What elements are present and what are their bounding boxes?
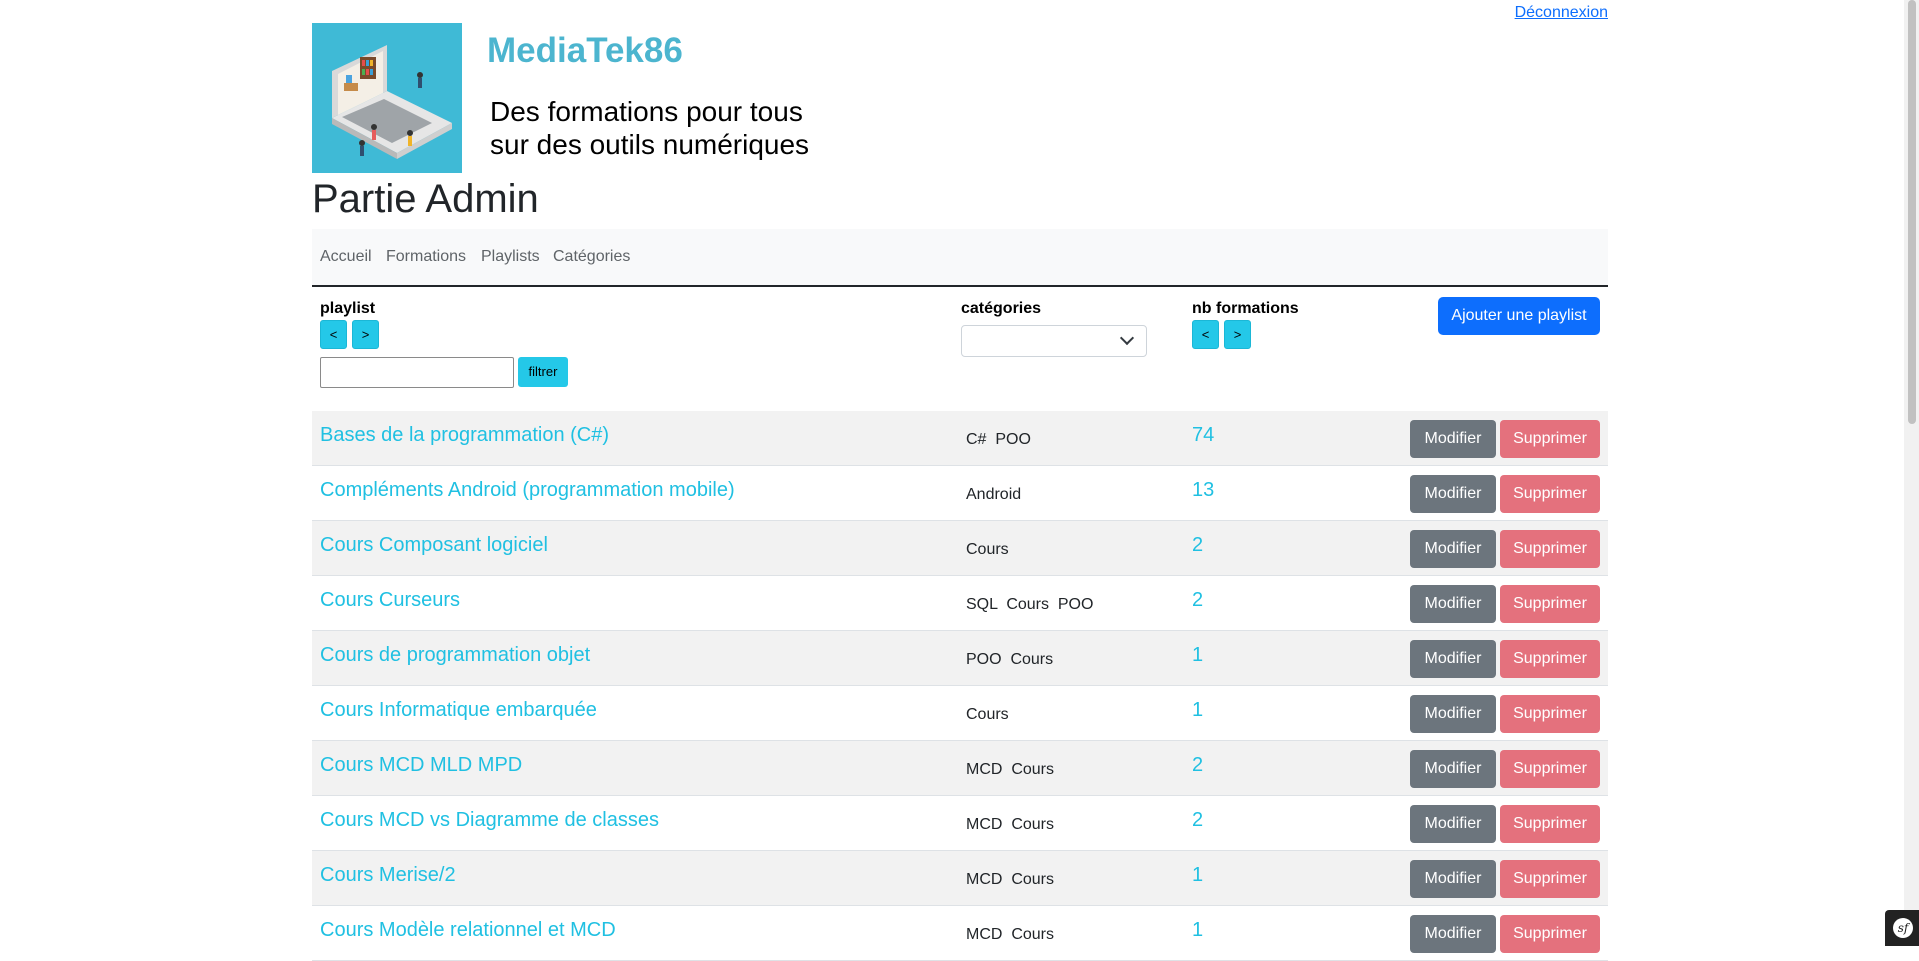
site-logo[interactable] (312, 23, 462, 173)
delete-button[interactable]: Supprimer (1500, 475, 1600, 513)
table-row: Cours Modèle relationnel et MCD MCD Cour… (312, 906, 1608, 961)
table-row: Cours MCD vs Diagramme de classes MCD Co… (312, 796, 1608, 851)
logout-link[interactable]: Déconnexion (1515, 4, 1608, 22)
nav-item-accueil[interactable]: Accueil (320, 248, 372, 266)
edit-button[interactable]: Modifier (1410, 640, 1496, 678)
playlist-categories: POO Cours (966, 651, 1054, 668)
playlist-name-link[interactable]: Bases de la programmation (C#) (320, 424, 609, 447)
table-row: Cours de programmation objet POO Cours 1… (312, 631, 1608, 686)
playlist-formation-count: 1 (1192, 864, 1204, 886)
delete-button[interactable]: Supprimer (1500, 860, 1600, 898)
table-row: Cours MCD MLD MPD MCD Cours 2 Modifier S… (312, 741, 1608, 796)
playlist-name-link[interactable]: Cours Composant logiciel (320, 534, 548, 557)
delete-button[interactable]: Supprimer (1500, 530, 1600, 568)
table-row: Bases de la programmation (C#) C# POO 74… (312, 411, 1608, 466)
edit-button[interactable]: Modifier (1410, 860, 1496, 898)
playlist-categories: Cours (966, 706, 1009, 723)
playlist-name-link[interactable]: Cours Informatique embarquée (320, 699, 597, 722)
site-name: MediaTek86 (487, 31, 683, 70)
nav-item-formations[interactable]: Formations (386, 248, 466, 266)
playlist-categories: Cours (966, 541, 1009, 558)
playlist-categories: MCD Cours (966, 761, 1055, 778)
edit-button[interactable]: Modifier (1410, 695, 1496, 733)
table-header-filters: playlist < > filtrer catégories nb forma… (312, 285, 1608, 415)
playlist-name-link[interactable]: Cours Modèle relationnel et MCD (320, 919, 616, 942)
symfony-debug-toolbar[interactable]: sf (1885, 910, 1919, 946)
edit-button[interactable]: Modifier (1410, 915, 1496, 953)
edit-button[interactable]: Modifier (1410, 750, 1496, 788)
playlist-formation-count: 13 (1192, 479, 1215, 501)
delete-button[interactable]: Supprimer (1500, 915, 1600, 953)
main-navbar: Accueil Formations Playlists Catégories (312, 229, 1608, 285)
site-header: MediaTek86 Des formations pour tous sur … (312, 23, 912, 173)
playlist-name-link[interactable]: Cours Merise/2 (320, 864, 456, 887)
vertical-scrollbar[interactable] (1904, 0, 1919, 946)
tagline-line-1: Des formations pour tous (490, 96, 803, 127)
playlist-column-header: playlist (320, 300, 376, 317)
add-playlist-button[interactable]: Ajouter une playlist (1438, 297, 1600, 335)
delete-button[interactable]: Supprimer (1500, 585, 1600, 623)
delete-button[interactable]: Supprimer (1500, 420, 1600, 458)
edit-button[interactable]: Modifier (1410, 475, 1496, 513)
playlist-formation-count: 1 (1192, 644, 1204, 666)
playlist-formation-count: 2 (1192, 589, 1204, 611)
playlist-categories: MCD Cours (966, 871, 1055, 888)
symfony-logo-icon: sf (1893, 918, 1913, 938)
playlist-categories: Android (966, 486, 1022, 503)
nav-item-categories[interactable]: Catégories (553, 248, 630, 266)
categories-column-header: catégories (961, 300, 1042, 317)
playlist-categories: C# POO (966, 431, 1031, 448)
site-tagline: Des formations pour tous sur des outils … (490, 95, 910, 161)
delete-button[interactable]: Supprimer (1500, 805, 1600, 843)
edit-button[interactable]: Modifier (1410, 585, 1496, 623)
table-row: Cours Composant logiciel Cours 2 Modifie… (312, 521, 1608, 576)
playlist-categories: MCD Cours (966, 926, 1055, 943)
playlist-sort-asc-button[interactable]: < (320, 320, 347, 349)
nb-formations-column-header: nb formations (1192, 300, 1299, 317)
playlist-formation-count: 1 (1192, 919, 1204, 941)
playlist-name-link[interactable]: Cours Curseurs (320, 589, 460, 612)
delete-button[interactable]: Supprimer (1500, 750, 1600, 788)
playlist-categories: SQL Cours POO (966, 596, 1094, 613)
playlist-formation-count: 2 (1192, 809, 1204, 831)
chevron-down-icon (1119, 330, 1135, 346)
filter-button[interactable]: filtrer (518, 357, 568, 387)
playlist-name-link[interactable]: Cours MCD vs Diagramme de classes (320, 809, 659, 832)
edit-button[interactable]: Modifier (1410, 420, 1496, 458)
playlist-formation-count: 2 (1192, 534, 1204, 556)
tagline-line-2: sur des outils numériques (490, 129, 810, 160)
nb-formations-sort-asc-button[interactable]: < (1192, 320, 1219, 349)
playlist-formation-count: 2 (1192, 754, 1204, 776)
table-row: Compléments Android (programmation mobil… (312, 466, 1608, 521)
table-row: Cours Informatique embarquée Cours 1 Mod… (312, 686, 1608, 741)
delete-button[interactable]: Supprimer (1500, 695, 1600, 733)
page-title: Partie Admin (312, 177, 539, 221)
table-row: Cours Merise/2 MCD Cours 1 Modifier Supp… (312, 851, 1608, 906)
edit-button[interactable]: Modifier (1410, 805, 1496, 843)
playlist-sort-desc-button[interactable]: > (352, 320, 379, 349)
table-row: Cours Curseurs SQL Cours POO 2 Modifier … (312, 576, 1608, 631)
delete-button[interactable]: Supprimer (1500, 640, 1600, 678)
edit-button[interactable]: Modifier (1410, 530, 1496, 568)
playlist-formation-count: 74 (1192, 424, 1215, 446)
playlist-formation-count: 1 (1192, 699, 1204, 721)
playlist-name-link[interactable]: Compléments Android (programmation mobil… (320, 479, 735, 502)
category-select[interactable] (961, 325, 1147, 357)
nav-item-playlists[interactable]: Playlists (481, 248, 540, 266)
scrollbar-thumb[interactable] (1908, 0, 1916, 424)
laptop-illustration-icon (312, 23, 462, 173)
nb-formations-sort-desc-button[interactable]: > (1224, 320, 1251, 349)
playlist-categories: MCD Cours (966, 816, 1055, 833)
playlist-filter-input[interactable] (320, 357, 514, 388)
playlist-name-link[interactable]: Cours MCD MLD MPD (320, 754, 522, 777)
playlist-name-link[interactable]: Cours de programmation objet (320, 644, 590, 667)
